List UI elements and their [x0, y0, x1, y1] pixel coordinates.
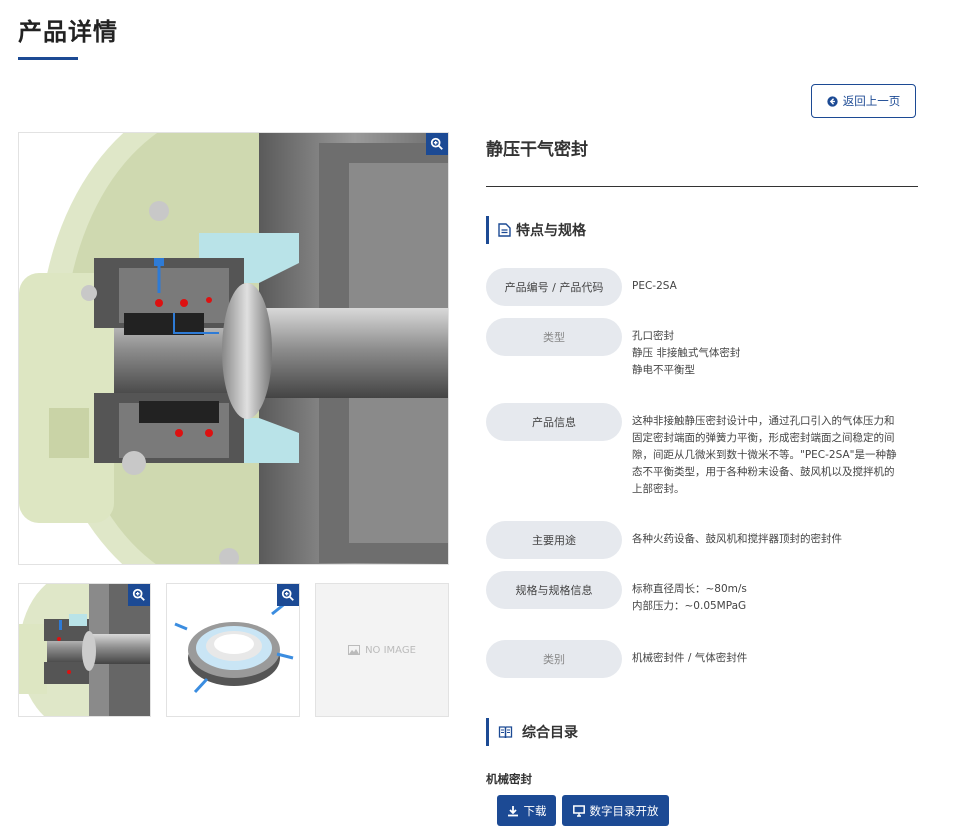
arrow-left-circle-icon [827, 95, 838, 107]
spec-value-line: 态不平衡类型，用于各种粉末设备、鼓风机以及搅拌机的 [632, 466, 895, 478]
thumbnail-3-no-image[interactable]: NO IMAGE [315, 583, 449, 717]
spec-label: 产品信息 [486, 403, 622, 441]
digital-catalog-button[interactable]: 数字目录开放 [562, 795, 669, 826]
zoom-icon[interactable] [128, 584, 150, 606]
spec-value-line: 上部密封。 [632, 483, 685, 495]
download-button[interactable]: 下载 [497, 795, 556, 826]
features-heading: 特点与规格 [486, 216, 586, 244]
image-placeholder-icon [348, 645, 361, 655]
back-button[interactable]: 返回上一页 [811, 84, 916, 118]
catalog-heading: 综合目录 [486, 718, 578, 746]
spec-label: 规格与规格信息 [486, 571, 622, 609]
back-button-label: 返回上一页 [842, 94, 901, 108]
spec-value-line: 孔口密封 [632, 330, 674, 342]
monitor-icon [572, 804, 585, 817]
thumbnail-1[interactable] [18, 583, 151, 717]
title-underline [18, 57, 78, 60]
spec-value-line: 内部压力：~0.05MPaG [632, 600, 747, 612]
spec-value-line: 标称直径周长：~80m/s [632, 583, 747, 595]
spec-label: 类别 [486, 640, 622, 678]
main-product-image[interactable] [18, 132, 449, 565]
spec-value: 各种火药设备、鼓风机和搅拌器顶封的密封件 [632, 531, 918, 548]
digital-catalog-button-label: 数字目录开放 [589, 803, 659, 818]
spec-value: 这种非接触静压密封设计中，通过孔口引入的气体压力和 固定密封端面的弹簧力平衡，形… [632, 413, 918, 498]
zoom-icon[interactable] [277, 584, 299, 606]
spec-value-line: 静压 非接触式气体密封 [632, 347, 741, 359]
spec-value: PEC-2SA [632, 278, 918, 295]
catalog-category-label: 机械密封 [486, 772, 532, 786]
book-icon [498, 726, 513, 739]
download-icon [507, 805, 518, 816]
no-image-label: NO IMAGE [365, 644, 416, 656]
thumbnail-2[interactable] [166, 583, 300, 717]
seal-illustration [19, 133, 448, 564]
document-icon [498, 223, 511, 237]
spec-value-line: 固定密封端面的弹簧力平衡，形成密封端面之间稳定的间 [632, 432, 895, 444]
catalog-heading-label: 综合目录 [522, 725, 578, 741]
spec-value: 标称直径周长：~80m/s 内部压力：~0.05MPaG [632, 581, 918, 615]
spec-value-line: 静电不平衡型 [632, 364, 695, 376]
spec-value: 孔口密封 静压 非接触式气体密封 静电不平衡型 [632, 328, 918, 379]
download-button-label: 下载 [523, 803, 547, 818]
divider [486, 186, 918, 187]
spec-label: 产品编号 / 产品代码 [486, 268, 622, 306]
spec-value-line: PEC-2SA [632, 280, 677, 292]
zoom-icon[interactable] [426, 133, 448, 155]
heading-accent-bar [486, 216, 489, 244]
spec-label: 类型 [486, 318, 622, 356]
heading-accent-bar [486, 718, 489, 746]
page-title: 产品详情 [18, 18, 118, 46]
spec-value-line: 机械密封件 / 气体密封件 [632, 652, 748, 664]
features-heading-label: 特点与规格 [516, 223, 586, 239]
product-name: 静压干气密封 [486, 140, 588, 160]
spec-value-line: 隙，间距从几微米到数十微米不等。"PEC-2SA"是一种静 [632, 449, 897, 461]
spec-label: 主要用途 [486, 521, 622, 559]
spec-value: 机械密封件 / 气体密封件 [632, 650, 918, 667]
spec-value-line: 这种非接触静压密封设计中，通过孔口引入的气体压力和 [632, 415, 895, 427]
spec-value-line: 各种火药设备、鼓风机和搅拌器顶封的密封件 [632, 533, 842, 545]
